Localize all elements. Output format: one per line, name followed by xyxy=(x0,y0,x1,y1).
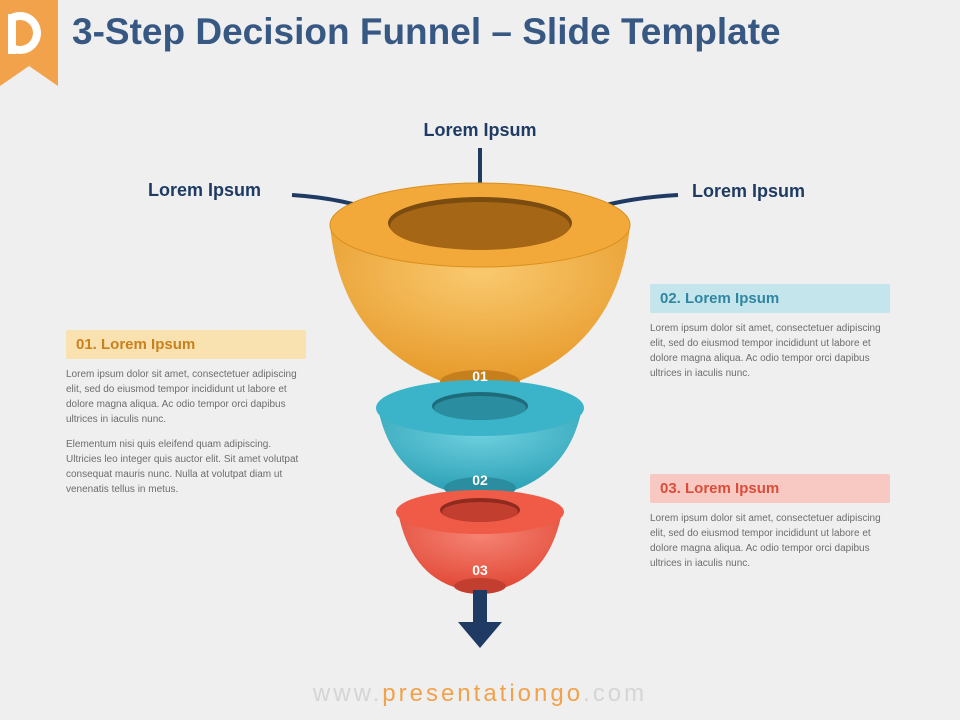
segment-number-2: 02 xyxy=(472,472,488,488)
callout-2: 02. Lorem Ipsum Lorem ipsum dolor sit am… xyxy=(650,284,890,381)
funnel-segment-1 xyxy=(330,183,630,394)
callout-3-heading: 03. Lorem Ipsum xyxy=(650,474,890,503)
callout-3: 03. Lorem Ipsum Lorem ipsum dolor sit am… xyxy=(650,474,890,571)
funnel-segment-3 xyxy=(396,490,564,594)
slide: 3-Step Decision Funnel – Slide Template … xyxy=(0,0,960,720)
arrow-left-icon xyxy=(292,195,412,230)
callout-1: 01. Lorem Ipsum Lorem ipsum dolor sit am… xyxy=(66,330,306,497)
arrow-right-icon xyxy=(548,195,678,230)
input-label-right: Lorem Ipsum xyxy=(692,181,805,202)
callout-3-body: Lorem ipsum dolor sit amet, consectetuer… xyxy=(650,511,890,571)
brand-logo xyxy=(0,0,58,86)
segment-number-1: 01 xyxy=(472,368,488,384)
callout-2-body: Lorem ipsum dolor sit amet, consectetuer… xyxy=(650,321,890,381)
segment-number-3: 03 xyxy=(472,562,488,578)
slide-title: 3-Step Decision Funnel – Slide Template xyxy=(72,12,940,53)
callout-1-heading: 01. Lorem Ipsum xyxy=(66,330,306,359)
callout-2-heading: 02. Lorem Ipsum xyxy=(650,284,890,313)
footer-url: www.presentationgo.com xyxy=(0,680,960,708)
callout-1-body: Lorem ipsum dolor sit amet, consectetuer… xyxy=(66,367,306,497)
input-label-top: Lorem Ipsum xyxy=(380,120,580,141)
arrow-output-icon xyxy=(458,590,502,648)
input-label-left: Lorem Ipsum xyxy=(148,180,261,201)
